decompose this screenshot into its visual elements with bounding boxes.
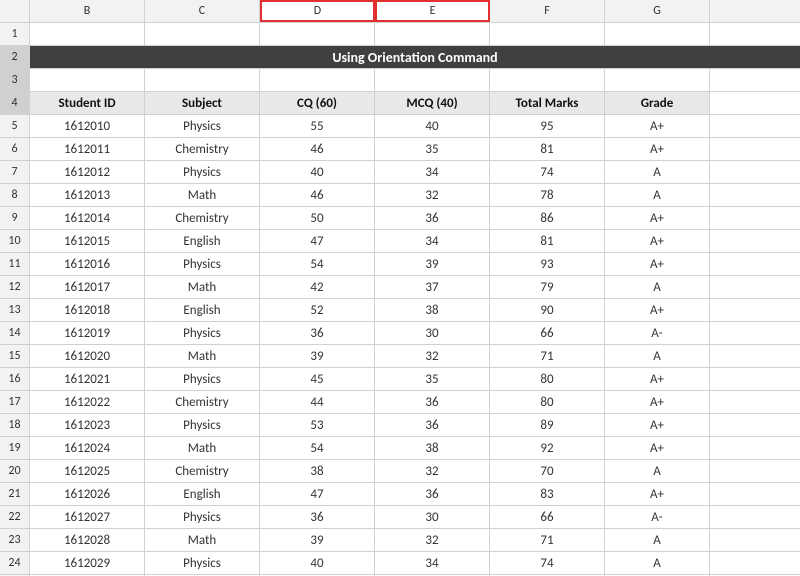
grid: 12Using Orientation Command34Student IDS… — [0, 23, 800, 576]
row-number: 8 — [0, 184, 30, 206]
col-header-f[interactable]: F — [490, 0, 605, 22]
grid-row: 3 — [0, 69, 800, 92]
table-header-cell: MCQ (40) — [375, 92, 490, 114]
table-row: 141612019Physics363066A- — [0, 322, 800, 345]
table-row: 171612022Chemistry443680A+ — [0, 391, 800, 414]
table-row: 221612027Physics363066A- — [0, 506, 800, 529]
row-number: 11 — [0, 253, 30, 275]
col-header-b[interactable]: B — [30, 0, 145, 22]
table-header-cell: Total Marks — [490, 92, 605, 114]
table-row: 111612016Physics543993A+ — [0, 253, 800, 276]
table-header-cell: CQ (60) — [260, 92, 375, 114]
row-number: 21 — [0, 483, 30, 505]
table-row: 191612024Math543892A+ — [0, 437, 800, 460]
row-number: 9 — [0, 207, 30, 229]
table-row: 231612028Math393271A — [0, 529, 800, 552]
row-number: 18 — [0, 414, 30, 436]
col-header-e[interactable]: E — [375, 0, 490, 22]
row-number: 7 — [0, 161, 30, 183]
table-row: 51612010Physics554095A+ — [0, 115, 800, 138]
table-row: 131612018English523890A+ — [0, 299, 800, 322]
grid-row: 2Using Orientation Command — [0, 46, 800, 69]
table-header-cell: Student ID — [30, 92, 145, 114]
col-header-d[interactable]: D — [260, 0, 375, 22]
table-header-cell: Subject — [145, 92, 260, 114]
row-number: 13 — [0, 299, 30, 321]
grid-row: 1 — [0, 23, 800, 46]
row-number: 22 — [0, 506, 30, 528]
table-row: 181612023Physics533689A+ — [0, 414, 800, 437]
row-number: 15 — [0, 345, 30, 367]
table-row: 71612012Physics403474A — [0, 161, 800, 184]
table-row: 201612025Chemistry383270A — [0, 460, 800, 483]
row-number: 16 — [0, 368, 30, 390]
table-header-cell: Grade — [605, 92, 710, 114]
row-number: 14 — [0, 322, 30, 344]
row-number: 12 — [0, 276, 30, 298]
table-row: 81612013Math463278A — [0, 184, 800, 207]
column-headers: B C D E F G — [0, 0, 800, 23]
row-number: 10 — [0, 230, 30, 252]
title-cell: Using Orientation Command — [30, 46, 800, 68]
row-number: 4 — [0, 92, 30, 114]
row-number: 2 — [0, 46, 30, 68]
table-row: 241612029Physics403474A — [0, 552, 800, 575]
table-row: 151612020Math393271A — [0, 345, 800, 368]
corner-cell — [0, 0, 30, 22]
col-header-g[interactable]: G — [605, 0, 710, 22]
col-header-c[interactable]: C — [145, 0, 260, 22]
spreadsheet: B C D E F G 12Using Orientation Command3… — [0, 0, 800, 576]
row-number: 3 — [0, 69, 30, 91]
row-number: 1 — [0, 23, 30, 45]
row-number: 5 — [0, 115, 30, 137]
row-number: 6 — [0, 138, 30, 160]
table-row: 121612017Math423779A — [0, 276, 800, 299]
row-number: 20 — [0, 460, 30, 482]
table-row: 161612021Physics453580A+ — [0, 368, 800, 391]
table-row: 211612026English473683A+ — [0, 483, 800, 506]
table-row: 61612011Chemistry463581A+ — [0, 138, 800, 161]
table-row: 91612014Chemistry503686A+ — [0, 207, 800, 230]
row-number: 19 — [0, 437, 30, 459]
row-number: 24 — [0, 552, 30, 574]
table-row: 101612015English473481A+ — [0, 230, 800, 253]
row-number: 23 — [0, 529, 30, 551]
row-number: 17 — [0, 391, 30, 413]
table-header-row: 4Student IDSubjectCQ (60)MCQ (40)Total M… — [0, 92, 800, 115]
